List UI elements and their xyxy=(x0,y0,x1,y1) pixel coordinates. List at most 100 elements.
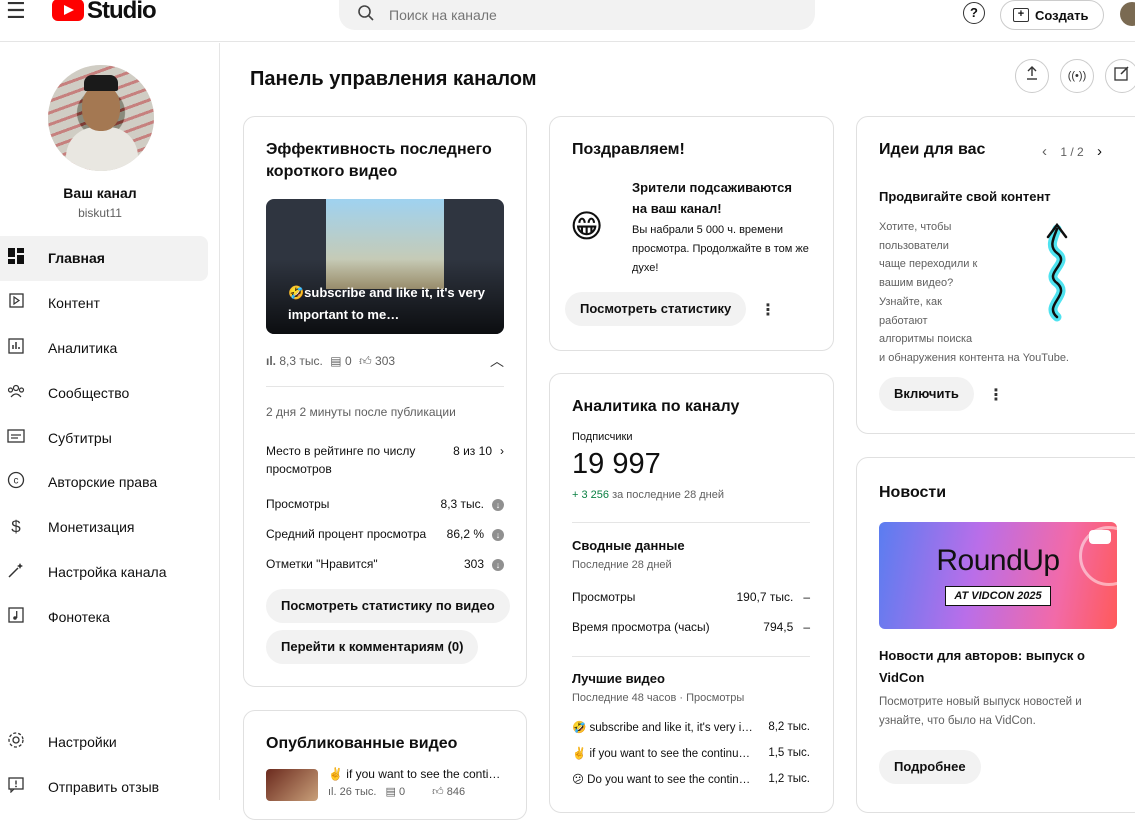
logo-text: Studio xyxy=(87,0,157,24)
sidebar-item-copyright[interactable]: c Авторские права xyxy=(0,460,220,505)
account-avatar[interactable] xyxy=(1120,2,1135,26)
short-thumbnail[interactable]: 🤣subscribe and like it, it's very import… xyxy=(266,199,504,334)
sidebar-item-label: Главная xyxy=(48,250,105,267)
top-video-title: 😕 Do you want to see the contin… xyxy=(572,774,751,786)
dash-icon: – xyxy=(803,620,810,634)
subtitles-icon xyxy=(6,428,26,447)
card-title: Эффективность последнего короткого видео xyxy=(266,141,492,180)
enable-button[interactable]: Включить xyxy=(879,377,974,411)
sidebar-item-analytics[interactable]: Аналитика xyxy=(0,326,220,371)
ideas-subtitle: Продвигайте свой контент xyxy=(879,189,1051,204)
learn-more-button[interactable]: Подробнее xyxy=(879,750,981,784)
like-icon: 👍︎ xyxy=(432,786,444,798)
channel-avatar[interactable] xyxy=(48,65,154,171)
views-icon: ıl. xyxy=(328,786,337,798)
studio-logo[interactable]: Studio xyxy=(52,0,157,24)
video-thumbnail[interactable] xyxy=(266,769,318,801)
sidebar-item-label: Отправить отзыв xyxy=(48,779,160,796)
summary-value: 794,5 xyxy=(763,620,794,634)
view-statistics-button[interactable]: Посмотреть статистику xyxy=(565,292,747,326)
search-input[interactable] xyxy=(389,7,769,23)
ideas-text-line: и обнаружения контента на YouTube. xyxy=(879,351,1069,364)
news-banner[interactable]: RoundUp AT VIDCON 2025 xyxy=(879,522,1117,629)
top-video-title: 🤣 subscribe and like it, it's very i… xyxy=(572,722,752,734)
sidebar-item-label: Авторские права xyxy=(48,474,158,491)
latest-short-card: Эффективность последнего короткого видео… xyxy=(243,116,527,687)
search-bar[interactable] xyxy=(339,0,815,30)
comments-icon: ▤ xyxy=(385,786,396,798)
menu-icon[interactable]: ☰ xyxy=(6,0,26,22)
video-title[interactable]: ✌️ if you want to see the conti… xyxy=(328,767,506,781)
upload-icon[interactable] xyxy=(1015,59,1049,93)
since-published: 2 дня 2 минуты после публикации xyxy=(266,405,456,419)
sidebar-item-audio-library[interactable]: Фонотека xyxy=(0,594,220,639)
views-count: 8,3 тыс. xyxy=(279,354,323,368)
top-video-row[interactable]: 🤣 subscribe and like it, it's very i… 8,… xyxy=(572,714,810,740)
sidebar-nav: Главная Контент Аналитика Сообщество Суб… xyxy=(0,236,220,639)
rank-value: 8 из 10 xyxy=(453,444,492,458)
chevron-right-icon[interactable]: › xyxy=(1097,143,1102,160)
stat-value: 303 xyxy=(463,557,484,571)
stat-row: Отметки "Нравится" 303 ↓ xyxy=(266,549,504,579)
sidebar-item-label: Настройки xyxy=(48,734,117,751)
live-icon[interactable]: ((•)) xyxy=(1060,59,1094,93)
ideas-pager: ‹ 1 / 2 › xyxy=(1042,143,1102,160)
likes-count: 846 xyxy=(446,786,466,798)
card-title: Опубликованные видео xyxy=(266,735,458,752)
likes-metric: 👍︎ 303 xyxy=(359,354,395,369)
feedback-icon xyxy=(6,777,26,797)
news-headline[interactable]: Новости для авторов: выпуск о VidCon xyxy=(879,645,1119,689)
info-icon[interactable]: ↓ xyxy=(492,529,504,541)
monetization-icon: $ xyxy=(11,517,21,537)
info-icon[interactable]: ↓ xyxy=(492,499,504,511)
video-stats-button[interactable]: Посмотреть статистику по видео xyxy=(266,589,510,623)
channel-name: Ваш канал xyxy=(63,185,137,201)
more-options-icon[interactable]: ⋮ xyxy=(760,300,776,320)
sidebar-item-label: Монетизация xyxy=(48,519,135,536)
search-icon[interactable] xyxy=(357,4,375,27)
likes-count: 303 xyxy=(375,353,396,368)
page-title: Панель управления каналом xyxy=(250,68,537,90)
subscribers-count: 19 997 xyxy=(572,448,661,480)
rank-row[interactable]: Место в рейтинге по числу просмотров 8 и… xyxy=(266,442,504,478)
sidebar-item-monetization[interactable]: $ Монетизация xyxy=(0,505,220,550)
thumbnail-caption: 🤣subscribe and like it, it's very import… xyxy=(288,285,486,322)
help-icon[interactable]: ? xyxy=(963,2,985,24)
top-video-title: ✌️ if you want to see the continu… xyxy=(572,748,750,760)
summary-label: Просмотры xyxy=(572,590,636,604)
sidebar: Ваш канал biskut11 Главная Контент Анали… xyxy=(0,43,220,800)
pager-count: 1 / 2 xyxy=(1060,145,1084,159)
sidebar-item-customization[interactable]: Настройка канала xyxy=(0,550,220,595)
sidebar-item-label: Контент xyxy=(48,295,100,312)
edit-post-icon[interactable] xyxy=(1105,59,1135,93)
dash-icon: – xyxy=(803,590,810,604)
info-icon[interactable]: ↓ xyxy=(492,559,504,571)
sidebar-bottom: Настройки Отправить отзыв xyxy=(0,720,220,810)
avatar-cap xyxy=(84,75,118,91)
youtube-badge-icon xyxy=(1089,530,1111,544)
top-video-views: 8,2 тыс. xyxy=(768,721,810,733)
collapse-chevron-icon[interactable]: ︿ xyxy=(490,351,504,371)
sidebar-item-dashboard[interactable]: Главная xyxy=(0,236,208,281)
sidebar-item-community[interactable]: Сообщество xyxy=(0,370,220,415)
avatar-head xyxy=(82,85,120,131)
sidebar-item-settings[interactable]: Настройки xyxy=(0,720,220,765)
more-options-icon[interactable]: ⋮ xyxy=(988,385,1004,405)
rank-label: Место в рейтинге по числу просмотров xyxy=(266,444,416,476)
sidebar-item-content[interactable]: Контент xyxy=(0,281,220,326)
summary-list: Просмотры 190,7 тыс. – Время просмотра (ч… xyxy=(572,582,810,642)
sidebar-item-feedback[interactable]: Отправить отзыв xyxy=(0,765,220,810)
sidebar-item-label: Настройка канала xyxy=(48,563,167,580)
summary-row: Просмотры 190,7 тыс. – xyxy=(572,582,810,612)
go-to-comments-button[interactable]: Перейти к комментариям (0) xyxy=(266,630,479,664)
divider xyxy=(572,656,810,657)
content-icon xyxy=(6,293,26,313)
sidebar-item-subtitles[interactable]: Субтитры xyxy=(0,415,220,460)
divider xyxy=(266,386,504,387)
top-video-row[interactable]: 😕 Do you want to see the contin… 1,2 тыс… xyxy=(572,766,810,792)
stat-value: 86,2 % xyxy=(446,527,484,541)
top-video-row[interactable]: ✌️ if you want to see the continu… 1,5 т… xyxy=(572,740,810,766)
chevron-left-icon[interactable]: ‹ xyxy=(1042,143,1047,160)
subscribers-delta-row: + 3 256 за последние 28 дней xyxy=(572,489,724,501)
create-button[interactable]: + Создать xyxy=(1000,0,1104,30)
